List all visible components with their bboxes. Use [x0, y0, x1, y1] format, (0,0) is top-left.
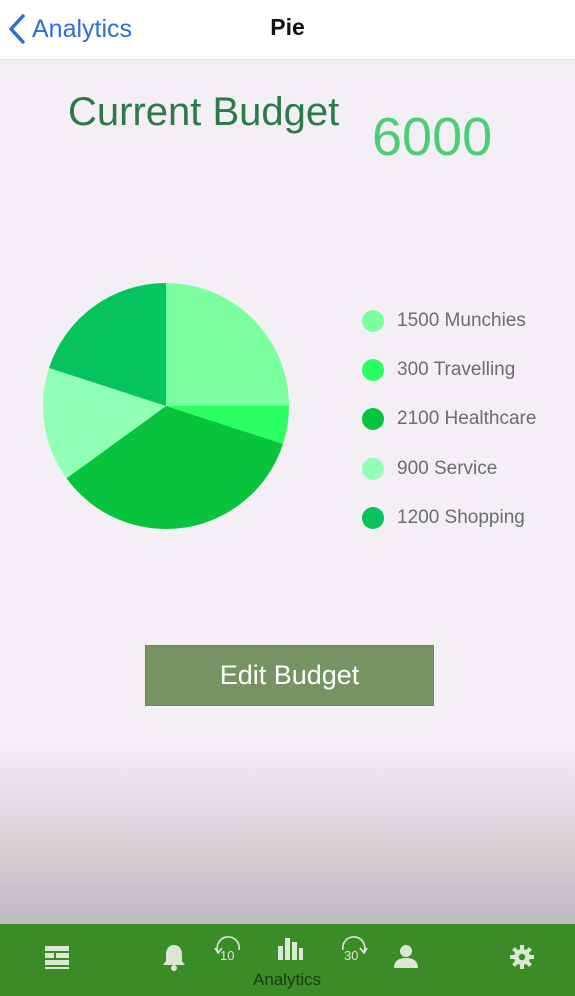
legend-swatch: [362, 408, 384, 431]
skip-back-value: 10: [220, 948, 235, 963]
tab-notifications[interactable]: [152, 924, 196, 996]
legend-label: 300 Travelling: [397, 359, 516, 381]
budget-value: 6000: [372, 107, 493, 167]
skip-forward-value: 30: [344, 948, 359, 963]
edit-budget-button[interactable]: Edit Budget: [145, 645, 434, 706]
chart-legend: 1500 Munchies 300 Travelling 2100 Healthca…: [362, 296, 572, 543]
profile-icon: [394, 945, 418, 968]
legend-item: 2100 Healthcare: [362, 395, 572, 444]
list-icon: [45, 946, 69, 969]
legend-item: 1500 Munchies: [362, 296, 572, 345]
pie-slice-munchies: [166, 283, 289, 406]
page-title: Pie: [270, 14, 305, 40]
divider: [0, 881, 575, 882]
legend-swatch: [362, 457, 384, 480]
legend-item: 1200 Shopping: [362, 494, 572, 543]
screen: Analytics Pie Current Budget 6000 1500 M…: [0, 0, 575, 996]
legend-swatch: [362, 507, 384, 530]
legend-swatch: [362, 309, 384, 332]
tab-profile[interactable]: [384, 924, 428, 996]
legend-label: 2100 Healthcare: [397, 408, 537, 430]
tab-skip-back[interactable]: 10: [210, 924, 246, 996]
bell-icon: [163, 945, 185, 971]
bottom-fade: [0, 740, 575, 924]
analytics-icon: [278, 938, 303, 960]
budget-pie-chart: [42, 283, 289, 530]
legend-item: 900 Service: [362, 444, 572, 493]
legend-label: 1200 Shopping: [397, 507, 525, 529]
legend-item: 300 Travelling: [362, 345, 572, 394]
budget-label: Current Budget: [68, 90, 340, 134]
tab-settings[interactable]: [500, 924, 544, 996]
tab-skip-forward[interactable]: 30: [336, 924, 372, 996]
tab-list[interactable]: [36, 924, 80, 996]
tab-bar: 10 30 Analytics: [0, 924, 575, 996]
gear-icon: [510, 945, 534, 969]
tab-analytics-label: Analytics: [253, 970, 322, 989]
legend-label: 1500 Munchies: [397, 309, 526, 331]
navigation-bar: Analytics Pie: [0, 0, 575, 60]
legend-label: 900 Service: [397, 457, 498, 479]
legend-swatch: [362, 359, 384, 382]
